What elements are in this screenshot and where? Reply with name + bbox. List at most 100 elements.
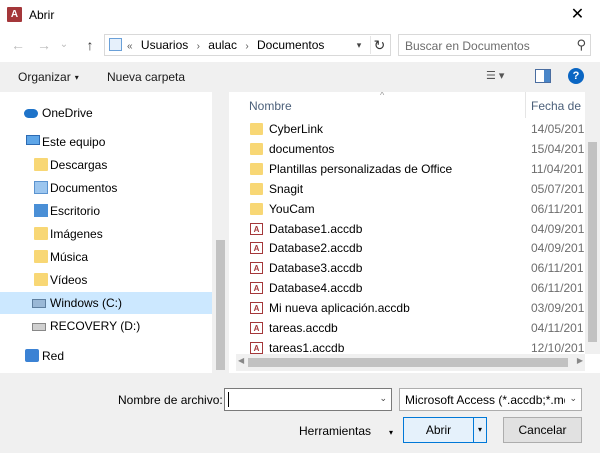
sidebar-item-label: Windows (C:) [50,296,123,310]
breadcrumb-overflow-icon[interactable]: « [127,41,133,52]
file-list-vertical-scrollbar[interactable] [585,92,600,354]
sidebar-item-imagenes[interactable]: Imágenes [0,223,212,245]
file-type-select[interactable]: Microsoft Access (*.accdb;*.mdl ⌄ [399,388,582,411]
breadcrumb-separator-icon[interactable]: › [197,41,200,52]
file-row[interactable]: Snagit 05/07/201 [236,180,585,199]
file-row[interactable]: documentos 15/04/201 [236,140,585,159]
file-name: Snagit [269,181,304,196]
scroll-left-icon[interactable]: ◀ [238,356,244,365]
forward-arrow-icon[interactable]: → [34,35,54,55]
change-view-icon[interactable]: ☰ ▾ [486,69,516,85]
recent-locations-icon[interactable]: ⌄ [58,35,70,55]
computer-icon [26,135,40,145]
file-name: Database1.accdb [269,221,363,236]
help-icon[interactable]: ? [568,68,584,84]
chevron-down-icon[interactable]: ⌄ [379,393,387,404]
file-row[interactable]: CyberLink 14/05/201 [236,120,585,139]
sidebar-item-onedrive[interactable]: OneDrive [0,102,212,124]
file-row[interactable]: A Database2.accdb 04/09/201 [236,239,585,258]
file-row[interactable]: A Mi nueva aplicación.accdb 03/09/201 [236,299,585,318]
sidebar-scrollbar-thumb[interactable] [216,240,225,370]
file-name: Database3.accdb [269,261,363,276]
sidebar-item-red[interactable]: Red [0,345,212,367]
sidebar-item-label: OneDrive [42,106,93,120]
location-icon [109,38,122,51]
sidebar-item-windows-c[interactable]: Windows (C:) [0,292,212,314]
file-row[interactable]: YouCam 06/11/201 [236,200,585,219]
drive-icon [32,323,46,331]
file-row[interactable]: Atareas.accdb 04/11/201 [236,319,585,338]
file-name: Database4.accdb [269,281,363,296]
file-row[interactable]: A Database4.accdb 06/11/201 [236,279,585,298]
file-name: Plantillas personalizadas de Office [269,161,453,176]
sidebar-item-label: Imágenes [50,227,103,241]
vertical-scrollbar-thumb[interactable] [588,142,597,342]
sidebar-item-label: Documentos [50,181,118,195]
search-box[interactable]: Buscar en Documentos ⚲ [398,34,591,56]
sidebar-scrollbar[interactable] [212,92,229,373]
folder-icon [250,182,263,195]
back-arrow-icon[interactable]: ← [8,35,28,55]
sort-ascending-icon: ^ [380,92,385,100]
file-name: Database2.accdb [269,241,363,256]
preview-pane-icon[interactable] [535,69,551,83]
onedrive-icon [24,109,38,118]
horizontal-scrollbar-thumb[interactable] [248,358,568,367]
file-date: 15/04/201 [531,141,585,156]
music-folder-icon [34,250,48,263]
file-date: 06/11/201 [531,201,584,216]
search-icon[interactable]: ⚲ [576,37,586,53]
file-row[interactable]: A Database1.accdb 04/09/201 [236,220,585,239]
sidebar-item-label: RECOVERY (D:) [50,319,141,333]
sidebar-item-documentos[interactable]: Documentos [0,177,212,199]
scroll-right-icon[interactable]: ▶ [577,356,583,365]
column-header-name[interactable]: Nombre [249,99,292,113]
address-dropdown-icon[interactable]: ▾ [351,37,367,53]
file-name: Mi nueva aplicación.accdb [269,301,410,316]
sidebar-item-descargas[interactable]: Descargas [0,154,212,176]
file-date: 04/09/201 [531,221,585,236]
open-options-button[interactable]: ▾ [473,417,487,443]
tools-button[interactable]: Herramientas ▾ [299,424,393,438]
file-row[interactable]: A Database3.accdb 06/11/201 [236,259,585,278]
filename-input[interactable]: ⌄ [224,388,392,411]
sidebar-item-videos[interactable]: Vídeos [0,269,212,291]
breadcrumb-item-usuarios[interactable]: Usuarios [141,38,188,52]
chevron-down-icon: ▾ [74,73,79,83]
sidebar-item-label: Escritorio [50,204,101,218]
open-button[interactable]: Abrir [403,417,474,443]
sidebar-item-escritorio[interactable]: Escritorio [0,200,212,222]
sidebar-item-recovery-d[interactable]: RECOVERY (D:) [0,315,212,337]
file-name: YouCam [269,201,315,216]
new-folder-button[interactable]: Nueva carpeta [107,70,185,84]
breadcrumb-item-aulac[interactable]: aulac [208,38,237,52]
file-row[interactable]: Plantillas personalizadas de Office 11/04… [236,160,585,179]
folder-icon [250,202,263,215]
address-bar[interactable]: « Usuarios › aulac › Documentos ▾ ↻ [104,34,391,56]
file-list-horizontal-scrollbar[interactable]: ◀ ▶ [236,354,585,371]
up-arrow-icon[interactable]: ↑ [80,35,100,55]
access-app-icon: A [7,7,22,22]
file-name: CyberLink [269,122,324,136]
chevron-down-icon: ⌄ [569,393,577,403]
tools-label: Herramientas [299,424,372,438]
file-date: 06/11/201 [531,261,584,276]
sidebar-item-label: Descargas [50,158,108,172]
file-name: documentos [269,141,335,156]
sidebar-item-musica[interactable]: Música [0,246,212,268]
close-button[interactable]: ✕ [555,0,600,30]
access-file-icon: A [250,341,263,354]
file-date: 14/05/201 [531,122,585,136]
sidebar-item-label: Este equipo [42,135,106,149]
file-type-value: Microsoft Access (*.accdb;*.mdl [405,393,565,407]
column-header-date[interactable]: Fecha de m [531,99,585,113]
access-file-icon: A [250,302,263,315]
cancel-button[interactable]: Cancelar [503,417,582,443]
sidebar-item-este-equipo[interactable]: Este equipo [0,131,212,153]
organize-button[interactable]: Organizar ▾ [18,70,79,84]
breadcrumb-separator-icon[interactable]: › [245,41,248,52]
column-divider[interactable] [525,92,526,118]
breadcrumb-item-documentos[interactable]: Documentos [257,38,324,52]
refresh-icon[interactable]: ↻ [370,36,388,54]
videos-folder-icon [34,273,48,286]
